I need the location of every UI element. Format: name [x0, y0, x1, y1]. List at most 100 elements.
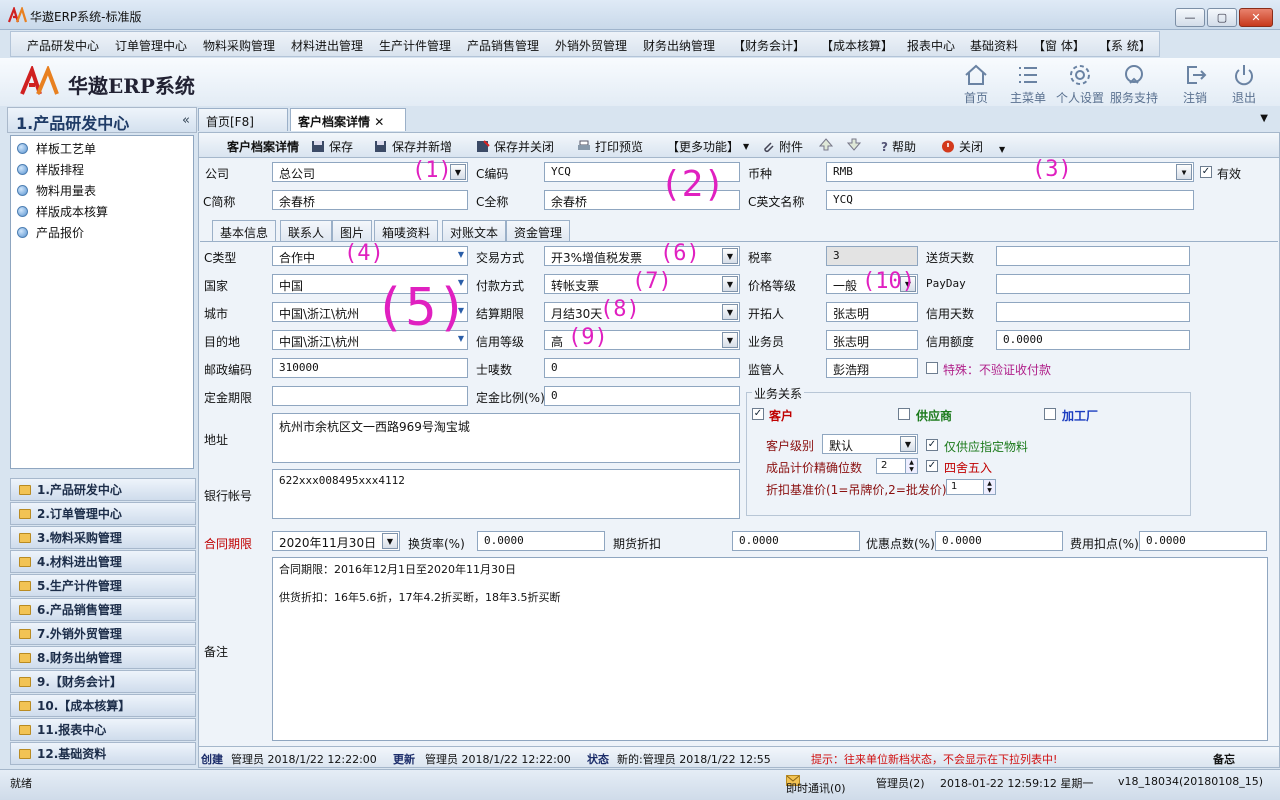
menu-production[interactable]: 生产计件管理	[379, 37, 451, 54]
developer-field[interactable]: 张志明	[826, 302, 918, 322]
customer-level-select[interactable]: 默认 ▼	[822, 434, 918, 454]
tab-close-icon[interactable]: ✕	[374, 115, 384, 129]
tab-fund-management[interactable]: 资金管理	[506, 220, 571, 241]
settlement-term-select[interactable]: 月结30天 ▼	[544, 302, 740, 322]
tab-menu-icon[interactable]: ▼	[1260, 113, 1268, 124]
customer-checkbox[interactable]: ✓	[752, 408, 764, 420]
menu-material[interactable]: 材料进出管理	[291, 37, 363, 54]
tax-rate-field[interactable]: 3	[826, 246, 918, 266]
chevron-down-icon[interactable]: ▼	[722, 304, 738, 320]
payday-field[interactable]	[996, 274, 1190, 294]
spinner-arrows-icon[interactable]: ▲ ▼	[983, 480, 995, 494]
exit-button[interactable]: 退出	[1220, 60, 1268, 105]
bank-account-textarea[interactable]: 622xxx008495xxx4112	[272, 469, 740, 519]
valid-checkbox[interactable]: ✓	[1200, 166, 1212, 178]
round-checkbox[interactable]: ✓	[926, 460, 938, 472]
move-down-button[interactable]	[847, 138, 861, 151]
home-button[interactable]: 首页	[952, 60, 1000, 105]
menu-window[interactable]: 【窗 体】	[1033, 37, 1085, 54]
spinner-arrows-icon[interactable]: ▲ ▼	[905, 459, 917, 473]
nav-item[interactable]: 6.产品销售管理	[10, 598, 196, 621]
nav-item[interactable]: 7.外销外贸管理	[10, 622, 196, 645]
nav-item[interactable]: 4.材料进出管理	[10, 550, 196, 573]
english-name-field[interactable]: YCQ	[826, 190, 1194, 210]
chevron-down-icon[interactable]: ▼	[722, 276, 738, 292]
remark-textarea[interactable]: 合同期限：2016年12月1日至2020年11月30日 供货折扣：16年5.6折…	[272, 557, 1268, 741]
settings-button[interactable]: 个人设置	[1056, 60, 1104, 105]
attachment-button[interactable]: 附件	[761, 138, 803, 155]
menu-basic[interactable]: 基础资料	[970, 37, 1018, 54]
factory-checkbox[interactable]	[1044, 408, 1056, 420]
supervisor-field[interactable]: 彭浩翔	[826, 358, 918, 378]
menu-cashier[interactable]: 财务出纳管理	[643, 37, 715, 54]
nav-item[interactable]: 5.生产计件管理	[10, 574, 196, 597]
menu-system[interactable]: 【系 统】	[1099, 37, 1151, 54]
move-up-button[interactable]	[819, 138, 833, 151]
deposit-term-field[interactable]	[272, 386, 468, 406]
contract-date-picker[interactable]: 2020年11月30日 ▼	[272, 531, 400, 551]
supplier-checkbox[interactable]	[898, 408, 910, 420]
futures-discount-field[interactable]: 0.0000	[732, 531, 860, 551]
menu-reports[interactable]: 报表中心	[907, 37, 955, 54]
exchange-rate-field[interactable]: 0.0000	[477, 531, 605, 551]
nav-item[interactable]: 10.【成本核算】	[10, 694, 196, 717]
delivery-days-field[interactable]	[996, 246, 1190, 266]
zip-field[interactable]: 310000	[272, 358, 468, 378]
close-window-button[interactable]: ✕	[1239, 8, 1273, 27]
tab-customer-detail[interactable]: 客户档案详情 ✕	[290, 108, 406, 131]
menu-rd[interactable]: 产品研发中心	[27, 37, 99, 54]
chevron-down-icon[interactable]: ▼	[458, 250, 464, 259]
help-button[interactable]: ? 帮助	[881, 138, 916, 155]
chevron-down-icon[interactable]: ▼	[722, 248, 738, 264]
instant-message-button[interactable]: 即时通讯(0)	[786, 775, 846, 795]
nav-item[interactable]: 11.报表中心	[10, 718, 196, 741]
tree-item[interactable]: 产品报价	[17, 223, 84, 241]
nav-item[interactable]: 2.订单管理中心	[10, 502, 196, 525]
maximize-button[interactable]: ▢	[1207, 8, 1237, 27]
logout-button[interactable]: 注销	[1171, 60, 1219, 105]
support-button[interactable]: 服务支持	[1110, 60, 1158, 105]
nav-item[interactable]: 8.财务出纳管理	[10, 646, 196, 669]
print-preview-button[interactable]: 打印预览	[577, 138, 643, 155]
nav-item[interactable]: 3.物料采购管理	[10, 526, 196, 549]
tab-shipping-marks[interactable]: 箱唛资料	[374, 220, 439, 241]
menu-sales[interactable]: 产品销售管理	[467, 37, 539, 54]
trade-mode-select[interactable]: 开3%增值税发票 ▼	[544, 246, 740, 266]
only-supply-checkbox[interactable]: ✓	[926, 439, 938, 451]
fee-points-field[interactable]: 0.0000	[1139, 531, 1267, 551]
credit-days-field[interactable]	[996, 302, 1190, 322]
discount-base-spinner[interactable]: 1 ▲ ▼	[946, 479, 996, 495]
close-page-button[interactable]: 关闭	[941, 138, 983, 155]
menu-order[interactable]: 订单管理中心	[115, 37, 187, 54]
tab-reconcile-text[interactable]: 对账文本	[442, 220, 507, 241]
tab-home[interactable]: 首页[F8]	[198, 108, 288, 131]
memo-button[interactable]: 备忘	[1213, 751, 1235, 767]
salesperson-field[interactable]: 张志明	[826, 330, 918, 350]
discount-points-field[interactable]: 0.0000	[935, 531, 1063, 551]
tree-item[interactable]: 样板工艺单	[17, 139, 96, 157]
mark-count-field[interactable]: 0	[544, 358, 740, 378]
minimize-button[interactable]: —	[1175, 8, 1205, 27]
more-functions-button[interactable]: 【更多功能】 ▼	[667, 138, 749, 155]
tab-basic-info[interactable]: 基本信息	[212, 220, 277, 241]
chevron-down-icon[interactable]: ▼	[1176, 164, 1192, 180]
save-close-button[interactable]: 保存并关闭	[476, 138, 554, 155]
collapse-icon[interactable]: «	[182, 113, 190, 128]
tree-item[interactable]: 物料用量表	[17, 181, 96, 199]
address-textarea[interactable]: 杭州市余杭区文一西路969号淘宝城	[272, 413, 740, 463]
chevron-down-icon[interactable]: ▼	[450, 164, 466, 180]
credit-limit-field[interactable]: 0.0000	[996, 330, 1190, 350]
toolbar-overflow-icon[interactable]: ▼	[999, 145, 1005, 154]
menu-accounting[interactable]: 【财务会计】	[733, 37, 805, 54]
nav-item[interactable]: 9.【财务会计】	[10, 670, 196, 693]
save-button[interactable]: 保存	[311, 138, 353, 155]
chevron-down-icon[interactable]: ▼	[722, 332, 738, 348]
menu-purchase[interactable]: 物料采购管理	[203, 37, 275, 54]
nav-item[interactable]: 12.基础资料	[10, 742, 196, 765]
currency-select[interactable]: RMB ▼	[826, 162, 1194, 182]
tab-images[interactable]: 图片	[332, 220, 373, 241]
chevron-down-icon[interactable]: ▼	[382, 533, 398, 549]
special-checkbox[interactable]	[926, 362, 938, 374]
save-new-button[interactable]: 保存并新增	[374, 138, 452, 155]
tree-item[interactable]: 样版成本核算	[17, 202, 108, 220]
